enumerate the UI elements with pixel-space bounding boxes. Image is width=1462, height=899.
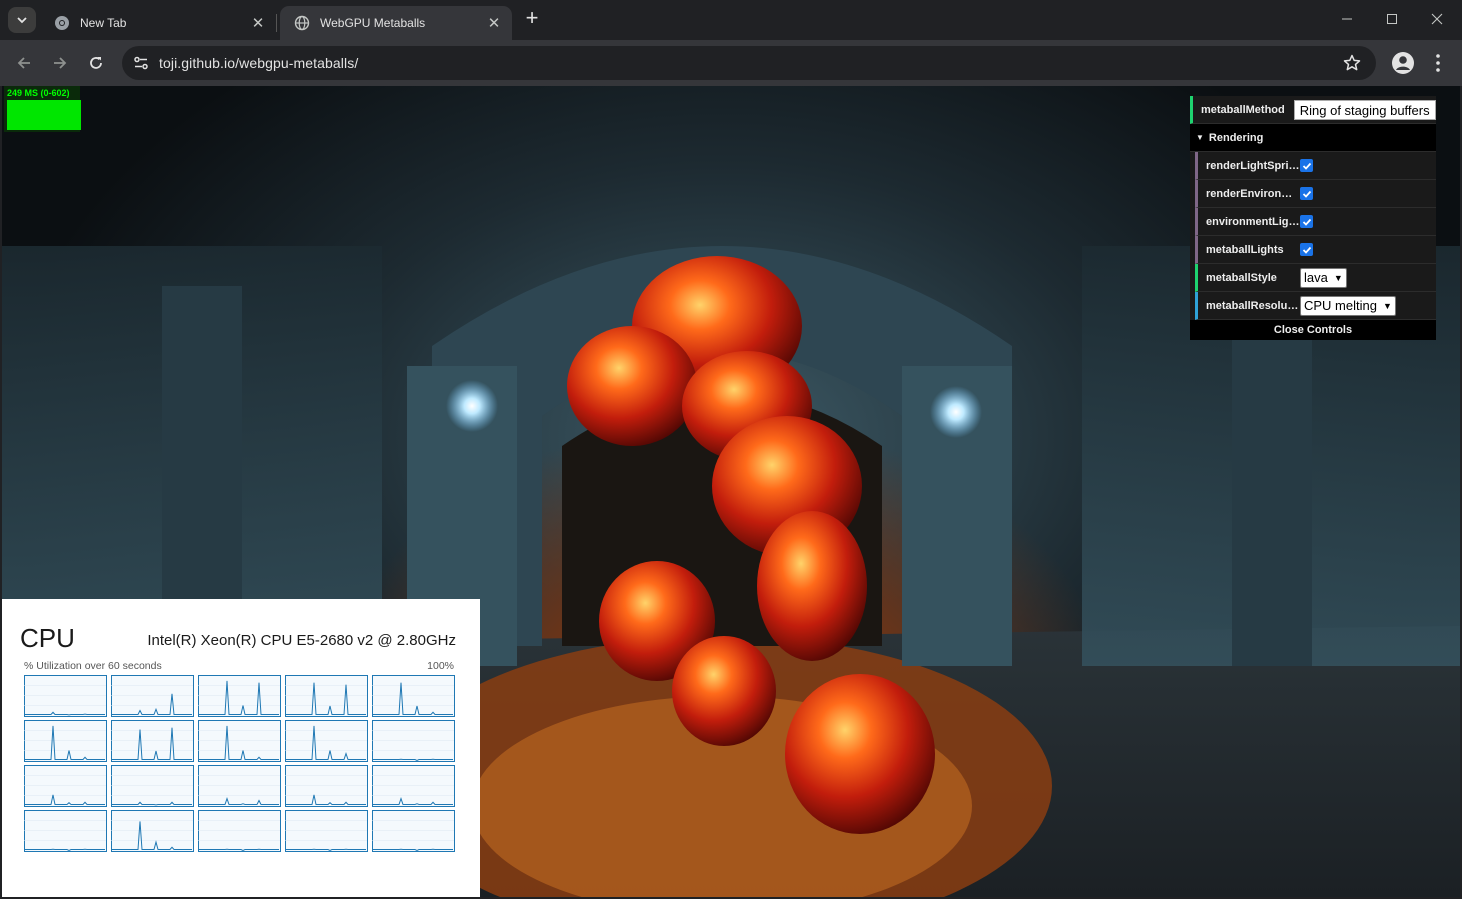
- cpu-core-graph: [285, 675, 368, 717]
- fps-stats[interactable]: 249 MS (0-602): [4, 86, 81, 132]
- minimize-button[interactable]: [1324, 0, 1370, 38]
- metaball-resolution-label: metaballResolut...: [1206, 299, 1300, 312]
- cpu-core-graph: [198, 810, 281, 852]
- cpu-core-graph: [372, 675, 455, 717]
- reload-button[interactable]: [82, 49, 110, 77]
- cpu-core-graph: [24, 765, 107, 807]
- max-percent-label: 100%: [427, 660, 454, 672]
- metaball-style-row: metaballStyle lava ▼: [1195, 264, 1436, 292]
- light-sprite-left: [446, 380, 498, 432]
- processor-name: Intel(R) Xeon(R) CPU E5-2680 v2 @ 2.80GH…: [147, 632, 456, 649]
- checkmark-icon: [1302, 162, 1311, 170]
- cpu-title: CPU: [20, 623, 75, 653]
- frame-time-graph: [7, 100, 81, 130]
- metaball-lights-row: metaballLights: [1195, 236, 1436, 264]
- cpu-core-graph: [198, 765, 281, 807]
- metaball-resolution-select[interactable]: CPU melting ▼: [1300, 295, 1396, 316]
- tab-title: WebGPU Metaballs: [320, 16, 426, 30]
- chevron-down-icon: ▼: [1333, 272, 1343, 283]
- back-button[interactable]: [10, 49, 38, 77]
- window-close-button[interactable]: [1414, 0, 1460, 38]
- close-icon: [1431, 13, 1443, 25]
- cpu-core-graph: [285, 720, 368, 762]
- tab-webgpu-metaballs[interactable]: WebGPU Metaballs ✕: [280, 6, 512, 40]
- checkmark-icon: [1302, 190, 1311, 198]
- right-column: [1232, 286, 1312, 666]
- cpu-core-graph: [198, 675, 281, 717]
- address-bar[interactable]: toji.github.io/webgpu-metaballs/: [122, 46, 1376, 80]
- site-settings-icon[interactable]: [132, 54, 150, 72]
- maximize-button[interactable]: [1369, 0, 1415, 38]
- render-light-sprites-checkbox[interactable]: [1300, 159, 1313, 172]
- option-label: metaballLights: [1206, 243, 1284, 256]
- environment-lights-row: environmentLights: [1195, 208, 1436, 236]
- metaball-method-label: metaballMethod: [1201, 103, 1285, 116]
- render-environment-checkbox[interactable]: [1300, 187, 1313, 200]
- metaball-method-input[interactable]: Ring of staging buffers: [1293, 99, 1436, 120]
- checkmark-icon: [1302, 218, 1311, 226]
- checkmark-icon: [1302, 246, 1311, 254]
- metaball-resolution-row: metaballResolut... CPU melting ▼: [1195, 292, 1436, 320]
- light-sprite-right: [930, 386, 982, 438]
- close-controls-button[interactable]: Close Controls: [1190, 320, 1436, 340]
- cpu-core-graph: [111, 675, 194, 717]
- cpu-core-graph: [111, 810, 194, 852]
- select-value: CPU melting: [1304, 297, 1377, 313]
- option-label: environmentLights: [1206, 215, 1300, 228]
- new-tab-button[interactable]: +: [521, 7, 543, 30]
- arrow-left-icon: [17, 57, 30, 69]
- cpu-core-graph: [24, 810, 107, 852]
- cpu-core-graph: [372, 765, 455, 807]
- cpu-core-graph: [111, 765, 194, 807]
- close-icon[interactable]: ✕: [250, 15, 266, 32]
- cpu-core-graphs[interactable]: [24, 675, 456, 853]
- tab-title: New Tab: [80, 16, 127, 30]
- frame-time-text: 249 MS (0-602): [7, 88, 70, 98]
- chevron-down-icon: ▼: [1382, 300, 1392, 311]
- select-value: lava: [1304, 269, 1328, 285]
- profile-icon[interactable]: [1391, 51, 1415, 75]
- chevron-down-icon: [17, 17, 27, 24]
- environment-lights-checkbox[interactable]: [1300, 215, 1313, 228]
- option-label: renderEnvironm...: [1206, 187, 1300, 200]
- minimize-icon: [1342, 18, 1352, 20]
- tab-strip: New Tab ✕ WebGPU Metaballs ✕ +: [0, 0, 1462, 40]
- option-label: renderLightSprites: [1206, 159, 1300, 172]
- rendering-folder-toggle[interactable]: ▼ Rendering: [1190, 124, 1436, 152]
- metaball-method-row: metaballMethod Ring of staging buffers: [1190, 96, 1436, 124]
- tab-separator: [276, 14, 277, 32]
- forward-button[interactable]: [46, 49, 74, 77]
- star-icon[interactable]: [1342, 53, 1362, 73]
- metaball-style-select[interactable]: lava ▼: [1300, 267, 1347, 288]
- arrow-right-icon: [54, 57, 67, 69]
- cpu-core-graph: [285, 765, 368, 807]
- globe-icon: [294, 15, 310, 31]
- cpu-core-graph: [111, 720, 194, 762]
- rendering-folder: renderLightSprites renderEnvironm... env…: [1195, 152, 1436, 320]
- more-options-icon[interactable]: [1428, 51, 1448, 75]
- utilization-caption: % Utilization over 60 seconds: [24, 660, 162, 672]
- cpu-core-graph: [372, 720, 455, 762]
- chrome-icon: [55, 16, 69, 30]
- url-text[interactable]: toji.github.io/webgpu-metaballs/: [159, 55, 358, 71]
- reload-icon: [90, 57, 102, 69]
- maximize-icon: [1387, 14, 1397, 24]
- cpu-core-graph: [198, 720, 281, 762]
- rendering-folder-label: Rendering: [1208, 131, 1264, 144]
- task-manager-cpu-panel: CPU Intel(R) Xeon(R) CPU E5-2680 v2 @ 2.…: [2, 599, 480, 897]
- close-icon[interactable]: ✕: [486, 15, 502, 32]
- cpu-core-graph: [24, 720, 107, 762]
- cpu-core-graph: [285, 810, 368, 852]
- metaball-lights-checkbox[interactable]: [1300, 243, 1313, 256]
- browser-toolbar: toji.github.io/webgpu-metaballs/: [0, 40, 1462, 86]
- controls-panel: metaballMethod Ring of staging buffers ▼…: [1190, 96, 1436, 340]
- tab-search-button[interactable]: [8, 7, 36, 33]
- cpu-core-graph: [372, 810, 455, 852]
- cpu-core-graph: [24, 675, 107, 717]
- render-environment-row: renderEnvironm...: [1195, 180, 1436, 208]
- metaball-style-label: metaballStyle: [1206, 271, 1277, 284]
- render-light-sprites-row: renderLightSprites: [1195, 152, 1436, 180]
- tab-new-tab[interactable]: New Tab ✕: [40, 6, 276, 40]
- caret-down-icon: ▼: [1196, 133, 1204, 142]
